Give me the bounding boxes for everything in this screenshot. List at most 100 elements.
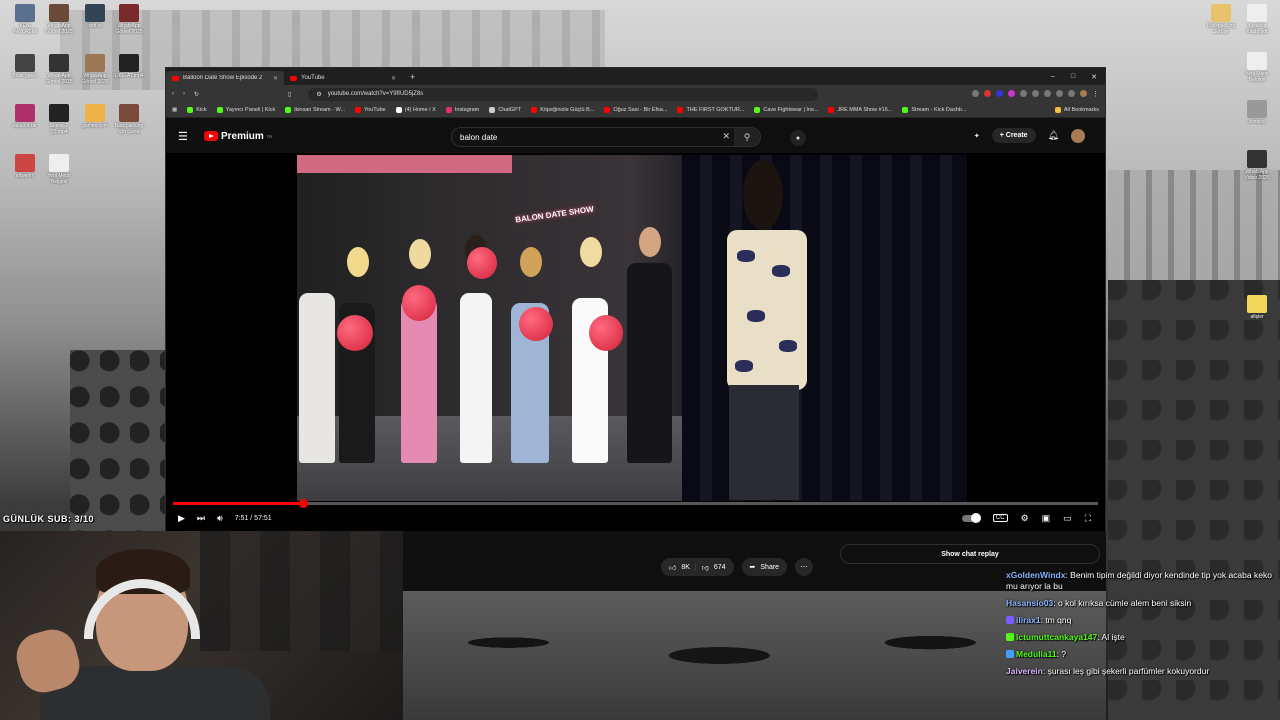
- bookmark-icon[interactable]: ▯: [288, 91, 291, 98]
- desktop-icon[interactable]: YENİ PAYLAŞIM: [8, 4, 42, 35]
- url-field[interactable]: ⚙ youtube.com/watch?v=Y9fIUD5jZ8s: [308, 87, 819, 101]
- bookmark-item[interactable]: JRE MMA Show #16...: [828, 107, 892, 113]
- bookmark-item[interactable]: ChatGPT: [489, 107, 521, 113]
- desktop-icon[interactable]: Yasaklar Kitabı.pdf: [1240, 4, 1274, 35]
- chat-username[interactable]: Jaiverein: [1006, 666, 1043, 676]
- thumbs-down-icon[interactable]: 👎︎: [702, 563, 709, 572]
- notifications-bell-icon[interactable]: 🔔︎: [1048, 130, 1059, 141]
- bookmark-favicon-icon: [531, 107, 538, 113]
- extension-icon[interactable]: [1020, 90, 1027, 97]
- profile-icon[interactable]: [1080, 90, 1087, 97]
- chat-username[interactable]: ilirax1: [1016, 615, 1041, 625]
- progress-bar[interactable]: [173, 499, 1098, 508]
- desktop-icon[interactable]: afişler: [1240, 295, 1274, 320]
- youtube-premium-logo[interactable]: Premium TR: [204, 131, 272, 142]
- microphone-icon[interactable]: ●: [790, 130, 806, 146]
- file-icon: [1247, 100, 1267, 118]
- search-icon[interactable]: ⚲: [734, 128, 760, 146]
- desktop-icon[interactable]: Birak gecer: [8, 54, 42, 79]
- desktop-icon[interactable]: WhatsApp Video 2025: [1240, 150, 1274, 181]
- maximize-button[interactable]: □: [1071, 73, 1075, 81]
- desktop-icon[interactable]: WhatsApp Görsel 2025: [42, 4, 76, 35]
- bookmark-item[interactable]: Cave Fightwear | Ins...: [754, 107, 818, 113]
- fullscreen-icon[interactable]: ⛶: [1085, 513, 1091, 524]
- close-tab-icon[interactable]: ✕: [273, 75, 278, 82]
- tab-youtube[interactable]: YouTube ✕: [284, 71, 402, 85]
- extension-icon[interactable]: [984, 90, 991, 97]
- desktop-icon[interactable]: takeout.rar: [8, 104, 42, 129]
- subtitles-icon[interactable]: CC: [992, 514, 1008, 522]
- desktop-icon[interactable]: LIKE-AT.mp4: [112, 54, 146, 79]
- extension-icon[interactable]: [1008, 90, 1015, 97]
- show-chat-replay-button[interactable]: Show chat replay: [840, 544, 1100, 564]
- desktop-icon[interactable]: sett.ei: [78, 4, 112, 29]
- extension-icon[interactable]: [972, 90, 979, 97]
- settings-gear-icon[interactable]: ⚙: [1021, 513, 1029, 524]
- desktop-icon[interactable]: WhatsApp Görsel 2025: [112, 4, 146, 35]
- sparkle-icon[interactable]: ✦: [974, 132, 980, 140]
- share-button[interactable]: ➦ Share: [741, 558, 788, 576]
- like-count: 8K: [681, 563, 690, 571]
- desktop-icon[interactable]: Backpacking için çanta: [112, 104, 146, 135]
- miniplayer-icon[interactable]: ▣: [1042, 513, 1051, 524]
- video-frame[interactable]: BALON DATE SHOW: [297, 155, 967, 501]
- forward-icon[interactable]: ›: [183, 91, 185, 97]
- desktop-icon[interactable]: WhatsApp Görsel 2025: [42, 54, 76, 85]
- file-icon: [1247, 150, 1267, 168]
- desktop-icon[interactable]: ilonlpsy: [1240, 100, 1274, 125]
- theater-mode-icon[interactable]: ▭: [1063, 513, 1072, 524]
- next-icon[interactable]: ⏭: [197, 513, 205, 524]
- chat-username[interactable]: lctumuttcankaya147: [1016, 632, 1097, 642]
- desktop-icon[interactable]: Scene-1 (3).mp4: [42, 104, 76, 135]
- extension-icon[interactable]: [1044, 90, 1051, 97]
- volume-icon[interactable]: 🔊︎: [217, 513, 223, 524]
- apps-grid-icon[interactable]: ▦: [172, 107, 177, 113]
- extension-icon[interactable]: [1032, 90, 1039, 97]
- bookmark-item[interactable]: THE FIRST GOKTUR...: [677, 107, 744, 113]
- menu-kebab-icon[interactable]: ⋮: [1092, 90, 1099, 98]
- play-icon[interactable]: ▶: [178, 513, 185, 524]
- chat-username[interactable]: Medulla11: [1016, 649, 1057, 659]
- scrubber-handle[interactable]: [298, 499, 308, 508]
- more-actions-button[interactable]: ⋯: [795, 558, 814, 576]
- extension-icon[interactable]: [1056, 90, 1063, 97]
- back-icon[interactable]: ‹: [172, 91, 174, 97]
- account-avatar[interactable]: [1071, 128, 1085, 143]
- extension-icon[interactable]: [1068, 90, 1075, 97]
- desktop-icon[interactable]: WhatsApp Görsel 2025: [78, 54, 112, 85]
- like-button[interactable]: 👍︎ 8K | 👎︎ 674: [661, 558, 734, 576]
- chat-username[interactable]: xGoldenWindx: [1006, 570, 1065, 580]
- video-player[interactable]: BALON DATE SHOW ▶ ⏭ 🔊︎ 7:51 / 57:51 CC ⚙…: [166, 153, 1105, 531]
- bookmark-item[interactable]: Stream - Kick Dashb...: [902, 107, 966, 113]
- desktop-icon-label: Yasaklar Kitabı.pdf: [1246, 23, 1268, 35]
- desktop-icon[interactable]: games.com: [78, 104, 112, 129]
- desktop-icon[interactable]: Backpacking Sürüşe: [1204, 4, 1238, 35]
- desktop-icon[interactable]: Yeni Metin Belgesi: [1240, 52, 1274, 83]
- reload-icon[interactable]: ↻: [194, 91, 199, 98]
- search-box[interactable]: balon date ✕ ⚲: [451, 127, 761, 147]
- create-button[interactable]: + Create: [991, 128, 1036, 143]
- hamburger-menu-icon[interactable]: ☰: [178, 130, 192, 143]
- bookmark-item[interactable]: Oğuz Sasi - Bir Efsa...: [604, 107, 667, 113]
- chat-username[interactable]: Hasansio03: [1006, 598, 1053, 608]
- desktop-icon[interactable]: Yeni Metin Belgesi: [42, 154, 76, 185]
- site-info-icon[interactable]: ⚙: [316, 91, 321, 98]
- bookmark-item[interactable]: YouTube: [354, 107, 386, 113]
- search-input[interactable]: balon date: [460, 133, 497, 142]
- autoplay-toggle[interactable]: [961, 513, 981, 523]
- extension-icon[interactable]: [996, 90, 1003, 97]
- minimize-button[interactable]: –: [1051, 73, 1055, 81]
- new-tab-button[interactable]: +: [410, 72, 415, 82]
- bookmark-item[interactable]: Instagram: [445, 107, 479, 113]
- bookmark-item[interactable]: (4) Home / X: [395, 107, 436, 113]
- all-bookmarks-link[interactable]: All Bookmarks: [1054, 107, 1099, 113]
- bookmark-item[interactable]: ikinsan Stream - W...: [285, 107, 345, 113]
- close-window-button[interactable]: ✕: [1091, 73, 1097, 81]
- bookmark-item[interactable]: Kick: [187, 107, 207, 113]
- bookmark-item[interactable]: Yayıncı Paneli | Kick: [216, 107, 275, 113]
- clear-search-icon[interactable]: ✕: [722, 131, 730, 142]
- desktop-icon[interactable]: afişlerim: [8, 154, 42, 179]
- tab-active[interactable]: Balloon Date Show Episode 2 ✕: [166, 71, 284, 85]
- close-tab-icon[interactable]: ✕: [391, 75, 396, 82]
- bookmark-item[interactable]: Köpeğinizle Güçlü B...: [531, 107, 594, 113]
